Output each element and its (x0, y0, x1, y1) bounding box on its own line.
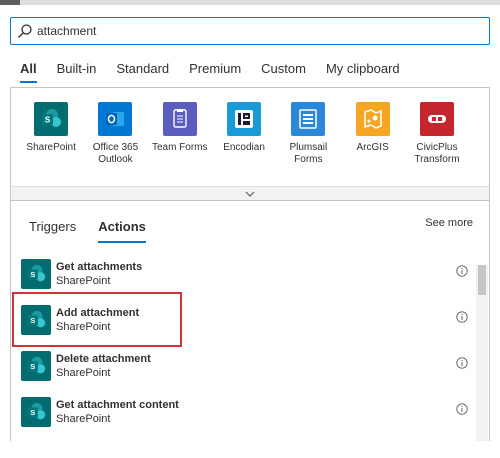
action-connector: SharePoint (56, 367, 111, 379)
svg-text:S: S (30, 362, 35, 371)
connector-name: Plumsail Forms (289, 142, 328, 165)
svg-text:S: S (30, 408, 35, 417)
actions-scrollbar[interactable] (476, 265, 488, 441)
svg-text:S: S (30, 270, 35, 279)
connector-name: SharePoint (26, 142, 76, 153)
tab-actions[interactable]: Actions (90, 213, 154, 243)
connector-sharepoint[interactable]: S SharePoint (19, 102, 83, 166)
action-get-attachment-content[interactable]: S Get attachment content SharePoint (19, 395, 469, 441)
connector-name: ArcGIS (356, 142, 389, 153)
connector-name: Office 365 Outlook (92, 142, 139, 165)
civicplus-icon (419, 102, 454, 136)
connector-name: Encodian (223, 142, 265, 153)
connectors-row: S SharePoint Office 365 Outlook Team For… (19, 102, 469, 166)
highlight-box (12, 292, 182, 347)
connector-civicplus-transform[interactable]: CivicPlus Transform (405, 102, 469, 166)
sharepoint-icon: S (21, 259, 51, 289)
info-icon[interactable] (456, 403, 468, 415)
tab-triggers[interactable]: Triggers (21, 213, 84, 241)
info-icon[interactable] (456, 265, 468, 277)
sharepoint-icon: S (21, 397, 51, 427)
action-connector: SharePoint (56, 413, 111, 425)
action-connector: SharePoint (56, 275, 111, 287)
scrollbar-thumb[interactable] (478, 265, 486, 295)
connector-name: CivicPlus Transform (414, 142, 460, 165)
action-title: Get attachments (56, 261, 143, 273)
see-more-link[interactable]: See more (425, 217, 473, 229)
category-tabs: All Built-in Standard Premium Custom My … (10, 55, 410, 85)
tab-custom[interactable]: Custom (251, 55, 316, 83)
search-input[interactable] (37, 22, 477, 40)
action-title: Get attachment content (56, 399, 179, 411)
tab-built-in[interactable]: Built-in (47, 55, 107, 83)
plumsail-forms-icon (291, 102, 326, 136)
top-strip (0, 0, 500, 5)
expand-connectors-toggle[interactable] (11, 186, 489, 200)
chevron-down-icon (245, 191, 255, 197)
tab-standard[interactable]: Standard (106, 55, 179, 83)
search-box[interactable] (10, 17, 490, 45)
tab-my-clipboard[interactable]: My clipboard (316, 55, 410, 83)
svg-text:S: S (45, 116, 51, 125)
connector-office365-outlook[interactable]: Office 365 Outlook (83, 102, 147, 166)
top-strip-dark (0, 0, 20, 5)
connector-arcgis[interactable]: ArcGIS (340, 102, 404, 166)
connector-encodian[interactable]: Encodian (212, 102, 276, 166)
action-title: Delete attachment (56, 353, 151, 365)
sharepoint-icon: S (34, 102, 69, 136)
connector-plumsail-forms[interactable]: Plumsail Forms (276, 102, 340, 166)
tab-premium[interactable]: Premium (179, 55, 251, 83)
connector-team-forms[interactable]: Team Forms (148, 102, 212, 166)
encodian-icon (227, 102, 262, 136)
action-tabs: Triggers Actions (21, 213, 160, 243)
connector-name: Team Forms (151, 142, 208, 153)
info-icon[interactable] (456, 311, 468, 323)
actions-list: S Get attachments SharePoint S Add attac… (19, 257, 469, 441)
team-forms-icon (162, 102, 197, 136)
tab-all[interactable]: All (10, 55, 47, 83)
arcgis-icon (355, 102, 390, 136)
search-icon (18, 24, 32, 38)
connectors-panel: S SharePoint Office 365 Outlook Team For… (10, 87, 490, 201)
info-icon[interactable] (456, 357, 468, 369)
sharepoint-icon: S (21, 351, 51, 381)
outlook-icon (98, 102, 133, 136)
action-delete-attachment[interactable]: S Delete attachment SharePoint (19, 349, 469, 395)
